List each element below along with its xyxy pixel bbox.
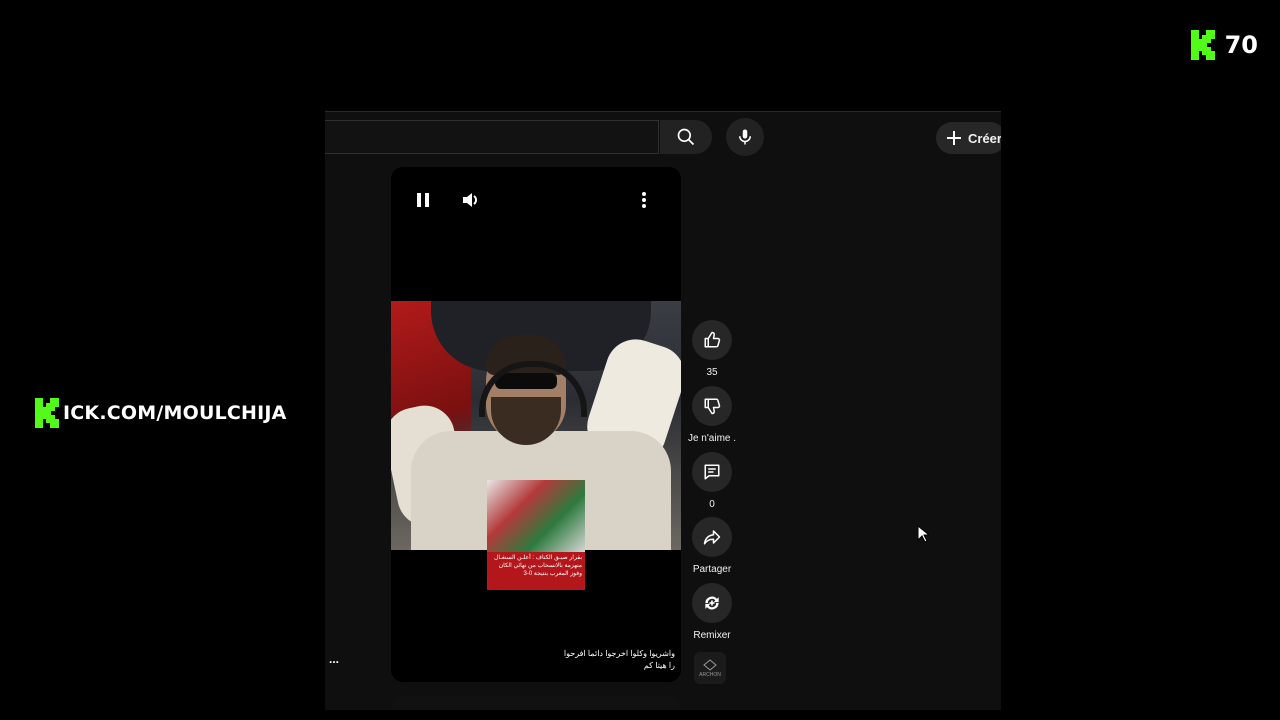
- search-icon: [677, 128, 695, 146]
- dislike-action: Je n'aime .: [687, 386, 737, 444]
- dislike-button[interactable]: [692, 386, 732, 426]
- sound-label: ARCHON: [699, 671, 721, 678]
- share-label: Partager: [692, 564, 732, 575]
- remix-label: Remixer: [693, 630, 731, 641]
- sound-logo-icon: [703, 658, 717, 671]
- short-video-player[interactable]: بقرار صيـق الكناف : أعلـن السنغـال منهزم…: [391, 167, 681, 682]
- volume-icon[interactable]: [461, 191, 481, 209]
- thumb-up-icon: [704, 331, 721, 348]
- remix-action: Remixer: [687, 583, 737, 641]
- topbar: Créer: [325, 112, 1001, 162]
- more-ellipsis[interactable]: ...: [329, 652, 339, 666]
- next-short-preview[interactable]: [391, 696, 681, 710]
- create-button[interactable]: Créer: [936, 122, 1001, 154]
- comment-action: 0: [687, 452, 737, 510]
- mouse-cursor-icon: [917, 525, 929, 543]
- remix-button[interactable]: [692, 583, 732, 623]
- search-button[interactable]: [660, 120, 712, 154]
- news-caption: بقرار صيـق الكناف : أعلـن السنغـال منهزم…: [487, 552, 585, 590]
- like-count: 35: [706, 367, 718, 378]
- share-button[interactable]: [692, 517, 732, 557]
- share-action: Partager: [687, 517, 737, 575]
- more-vert-icon[interactable]: [641, 191, 647, 209]
- share-icon: [703, 530, 721, 545]
- create-label: Créer: [968, 130, 1001, 146]
- youtube-shorts-window: Créer بقرار صيـق الكناف: أعلـن السنغـال…: [325, 111, 1001, 710]
- microphone-icon: [739, 129, 751, 145]
- search-input[interactable]: [325, 120, 659, 154]
- viewer-count: 70: [1224, 31, 1258, 59]
- dislike-label: Je n'aime .: [687, 433, 737, 444]
- kick-logo-icon: [35, 398, 59, 428]
- comment-icon: [704, 464, 720, 480]
- like-action: 35: [687, 320, 737, 378]
- kick-url-text: ICK.COM/MOULCHIJA: [63, 402, 287, 424]
- kick-url-overlay: ICK.COM/MOULCHIJA: [35, 398, 287, 428]
- remix-icon: [705, 596, 719, 610]
- plus-icon: [947, 131, 961, 145]
- thumb-down-icon: [704, 398, 721, 415]
- pause-icon[interactable]: [415, 191, 431, 209]
- voice-search-button[interactable]: [726, 118, 764, 156]
- news-photo: [487, 480, 585, 552]
- comment-count: 0: [709, 499, 715, 510]
- sound-thumbnail[interactable]: ARCHON: [694, 652, 726, 684]
- video-caption: واشريوا وكلوا اخرجوا دائما افرحوا را هيت…: [563, 649, 675, 670]
- like-button[interactable]: [692, 320, 732, 360]
- comment-button[interactable]: [692, 452, 732, 492]
- kick-logo-icon: [1190, 30, 1215, 60]
- news-image-card: بقرار صيـق الكناف : أعلـن السنغـال منهزم…: [487, 480, 585, 590]
- viewer-count-overlay: 70: [1190, 30, 1258, 60]
